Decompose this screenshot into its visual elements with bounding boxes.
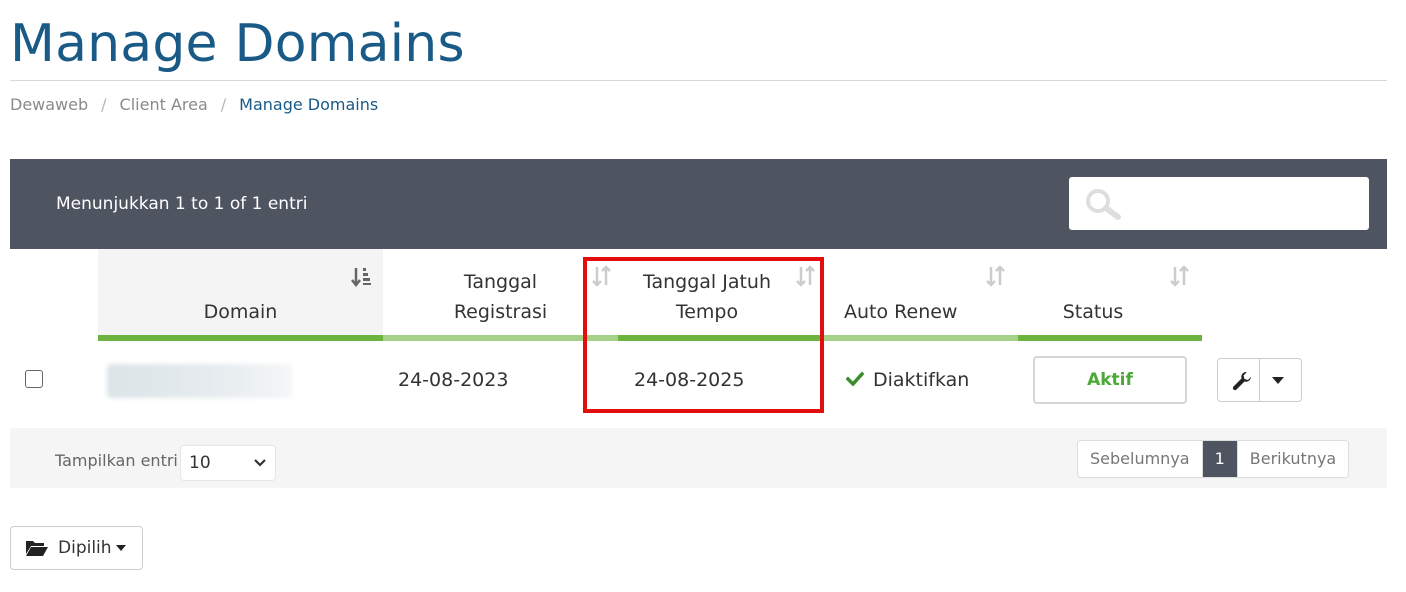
chevron-down-icon [254, 459, 266, 467]
page-length-label: Tampilkan entri [55, 451, 178, 470]
column-underline [383, 335, 618, 341]
pagination-next[interactable]: Berikutnya [1236, 441, 1349, 477]
column-label: Auto Renew [844, 301, 958, 323]
caret-down-icon [1272, 377, 1284, 384]
table-toolbar: Menunjukkan 1 to 1 of 1 entri [10, 159, 1387, 249]
registration-date-cell: 24-08-2023 [398, 369, 509, 391]
column-label: Tanggal Registrasi [453, 271, 548, 323]
column-label: Domain [203, 301, 278, 323]
table-info-text: Menunjukkan 1 to 1 of 1 entri [56, 194, 308, 214]
sort-icon [1170, 265, 1189, 287]
column-header-due-date[interactable]: Tanggal Jatuh Tempo [618, 249, 824, 341]
breadcrumb-item-dewaweb[interactable]: Dewaweb [10, 95, 88, 115]
column-underline [98, 335, 383, 341]
column-label: Tanggal Jatuh Tempo [642, 271, 771, 323]
breadcrumb-item-client-area[interactable]: Client Area [120, 95, 208, 115]
wrench-icon [1232, 372, 1251, 391]
auto-renew-cell: Diaktifkan [873, 369, 970, 391]
bulk-actions-button[interactable]: Dipilih [10, 526, 143, 570]
breadcrumb: Dewaweb / Client Area / Manage Domains [10, 95, 378, 115]
due-date-cell: 24-08-2025 [634, 369, 745, 391]
check-icon [846, 371, 864, 387]
search-icon [1086, 189, 1121, 220]
table-footer: Tampilkan entri 10 Sebelumnya 1 Berikutn… [10, 428, 1387, 488]
domain-name-redacted[interactable] [107, 364, 292, 398]
column-underline [618, 335, 824, 341]
page-length-value: 10 [189, 453, 211, 473]
manage-button[interactable] [1218, 359, 1259, 401]
bulk-actions-label: Dipilih [58, 538, 112, 558]
column-header-auto-renew[interactable]: Auto Renew [824, 249, 1018, 341]
title-divider [10, 80, 1387, 81]
pagination: Sebelumnya 1 Berikutnya [1077, 440, 1350, 478]
breadcrumb-separator: / [101, 95, 107, 114]
actions-dropdown-button[interactable] [1259, 359, 1301, 401]
column-underline [824, 335, 1018, 341]
row-actions-group [1217, 358, 1302, 402]
column-header-status[interactable]: Status [1018, 249, 1202, 341]
search-input[interactable] [1069, 177, 1369, 230]
sort-icon [986, 265, 1005, 287]
column-header-registration-date[interactable]: Tanggal Registrasi [383, 249, 618, 341]
sort-asc-icon [351, 268, 371, 288]
breadcrumb-separator: / [220, 95, 227, 114]
page-title: Manage Domains [10, 14, 465, 74]
row-checkbox[interactable] [25, 370, 43, 388]
column-label: Status [1062, 301, 1124, 323]
column-underline [1018, 335, 1202, 341]
folder-open-icon [26, 541, 48, 556]
breadcrumb-item-current: Manage Domains [239, 95, 379, 114]
column-header-domain[interactable]: Domain [98, 249, 383, 341]
status-badge: Aktif [1033, 356, 1187, 404]
sort-icon [796, 265, 815, 287]
page-length-select[interactable]: 10 [180, 445, 276, 481]
pagination-page-1[interactable]: 1 [1201, 441, 1237, 477]
caret-down-icon [115, 545, 126, 551]
pagination-previous[interactable]: Sebelumnya [1078, 441, 1202, 477]
